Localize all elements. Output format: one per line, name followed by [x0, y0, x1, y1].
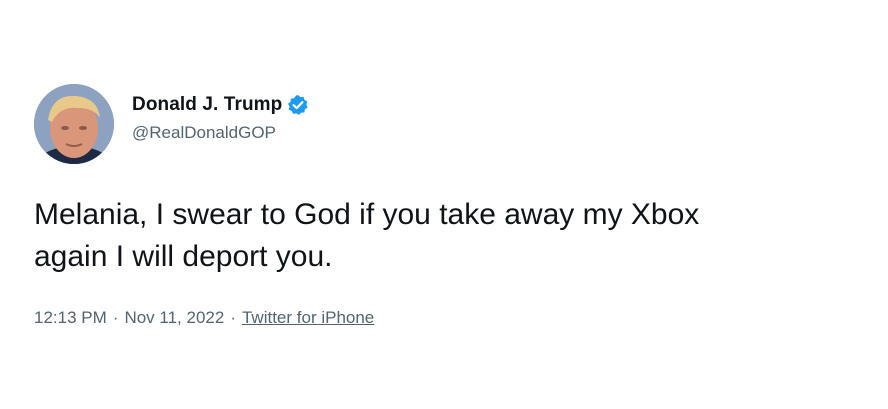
display-name[interactable]: Donald J. Trump — [132, 94, 282, 116]
tweet-time[interactable]: 12:13 PM — [34, 308, 107, 328]
verified-badge-icon — [287, 94, 309, 116]
meta-separator-2: · — [230, 308, 236, 327]
tweet-meta: 12:13 PM · Nov 11, 2022 · Twitter for iP… — [34, 308, 374, 328]
author-handle[interactable]: @RealDonaldGOP — [132, 123, 276, 143]
tweet-text: Melania, I swear to God if you take away… — [34, 194, 864, 278]
avatar[interactable] — [34, 84, 114, 164]
tweet-text-line-2: again I will deport you. — [34, 240, 333, 273]
avatar-image — [34, 84, 114, 164]
meta-separator: · — [112, 308, 119, 327]
author-name-row[interactable]: Donald J. Trump — [132, 92, 309, 118]
tweet-card: Donald J. Trump @RealDonaldGOP Melania, … — [0, 44, 888, 356]
tweet-text-line-1: Melania, I swear to God if you take away… — [34, 198, 700, 231]
tweet-date[interactable]: Nov 11, 2022 — [124, 308, 224, 328]
tweet-source-link[interactable]: Twitter for iPhone — [242, 308, 374, 328]
